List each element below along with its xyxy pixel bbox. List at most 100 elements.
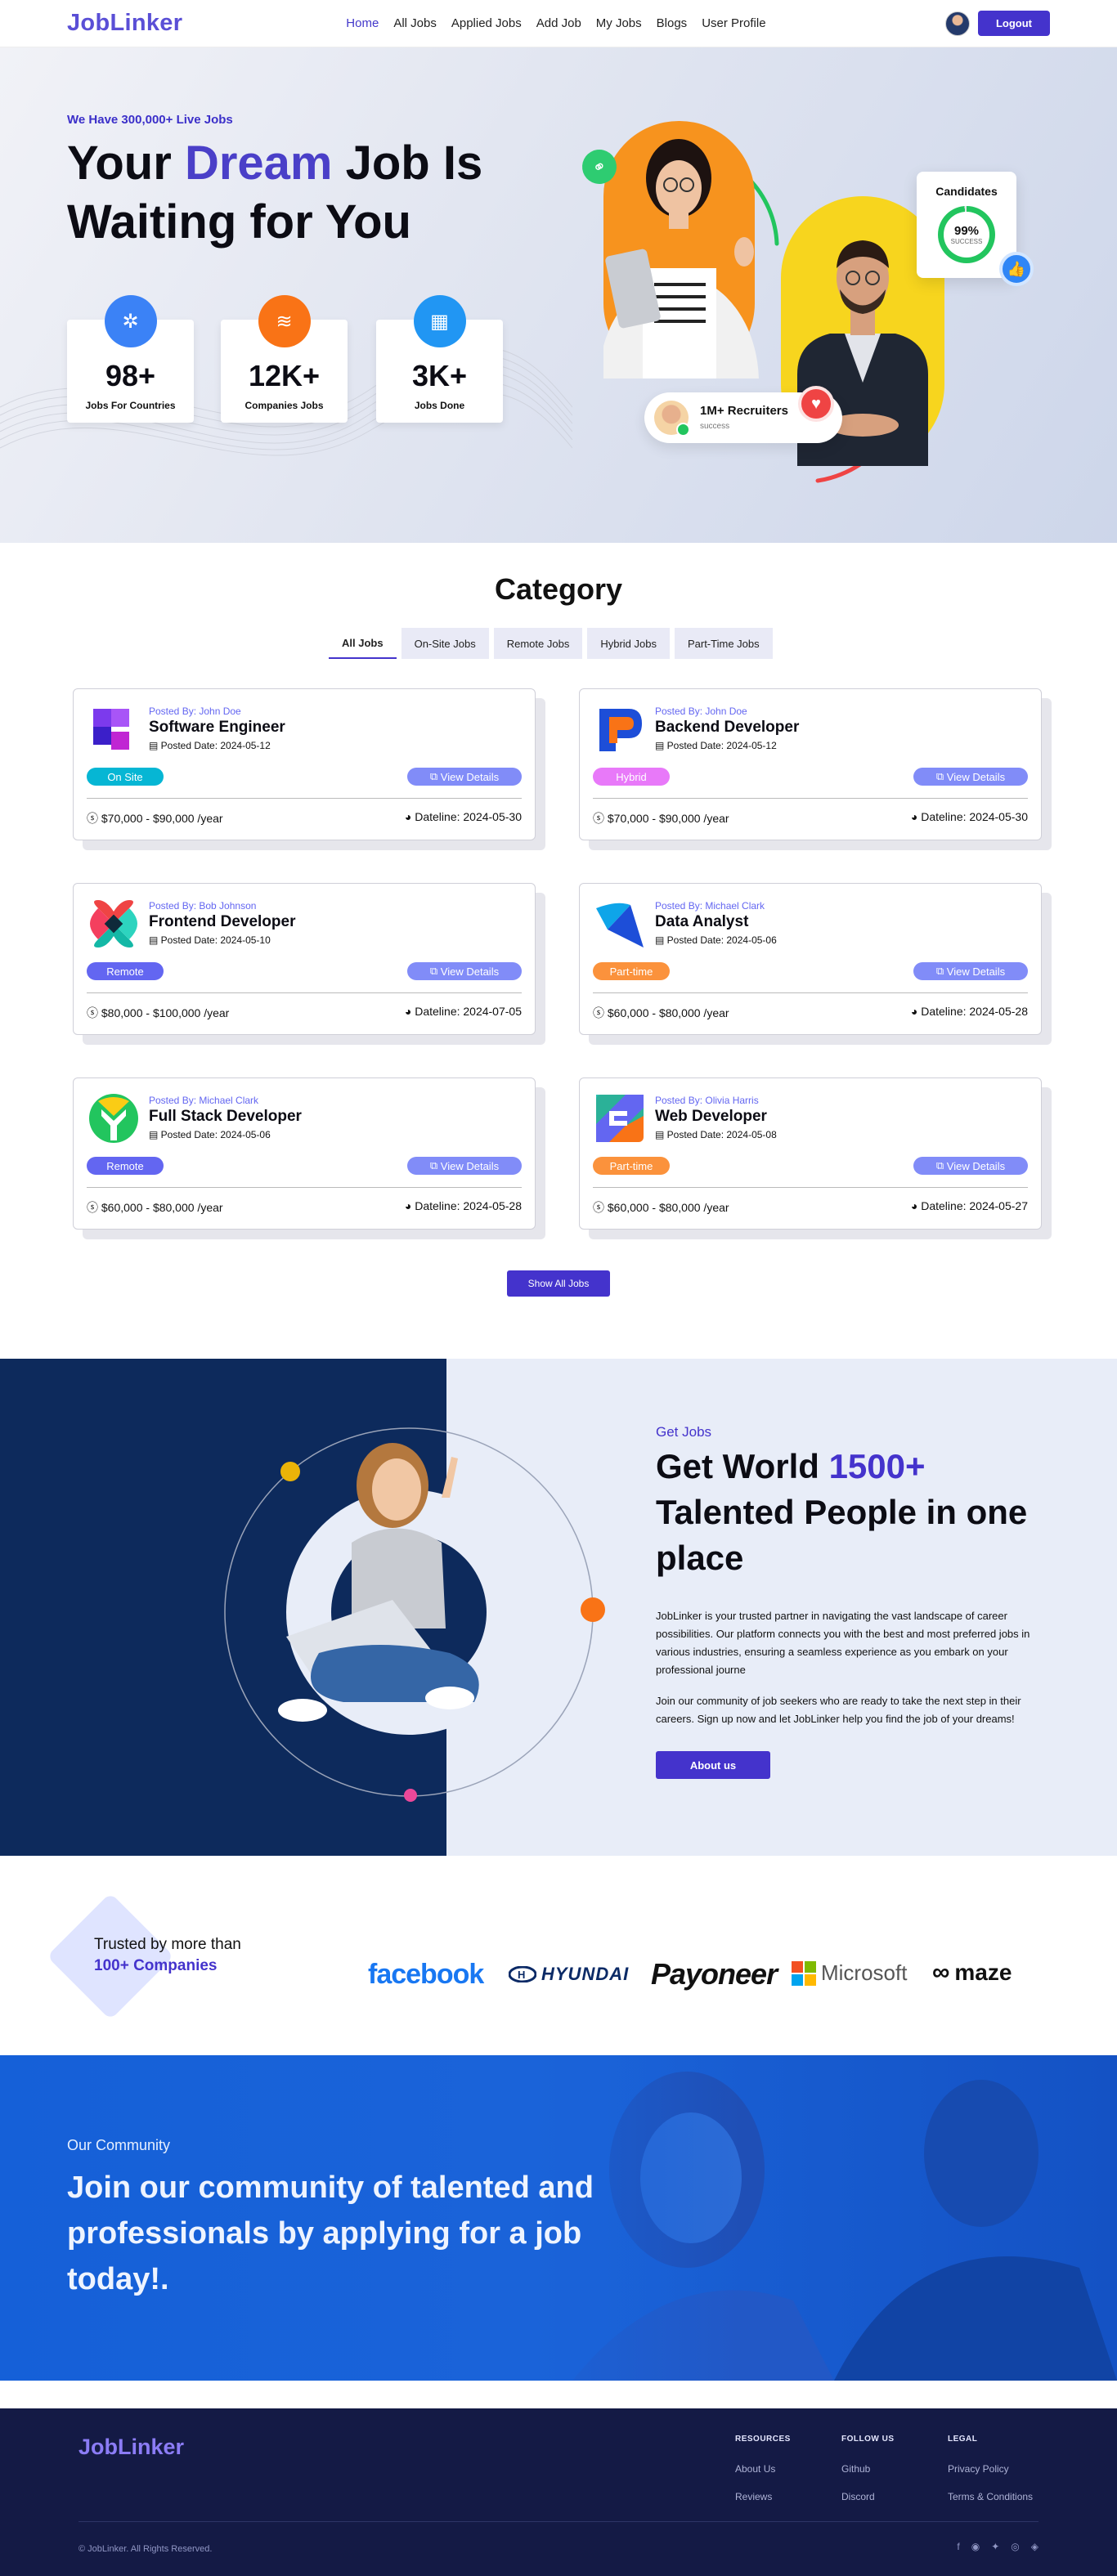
view-details-label: View Details [946, 770, 1006, 783]
company-logo-icon [90, 900, 137, 948]
view-details-button[interactable]: ⧉ View Details [913, 768, 1028, 786]
dribbble-icon[interactable]: ◈ [1031, 2541, 1038, 2552]
tab-remote-jobs[interactable]: Remote Jobs [493, 628, 583, 659]
nav-all-jobs[interactable]: All Jobs [393, 16, 437, 30]
get-jobs-paragraph-1: JobLinker is your trusted partner in nav… [656, 1610, 1030, 1676]
nav-user-profile[interactable]: User Profile [702, 16, 765, 30]
company-logo-icon [596, 903, 644, 948]
view-details-button[interactable]: ⧉ View Details [407, 768, 522, 786]
footer-col-title: LEGAL [948, 2435, 978, 2444]
get-jobs-section: Get Jobs Get World 1500+ Talented People … [0, 1359, 1117, 1856]
calendar-icon: ▤ [655, 934, 667, 946]
get-jobs-title-accent: 1500+ [828, 1447, 926, 1485]
get-jobs-tag: Get Jobs [656, 1424, 712, 1440]
job-deadline: ◕ Dateline: 2024-07-05 [405, 1005, 522, 1018]
job-type-badge: Remote [87, 962, 164, 980]
nav-applied-jobs[interactable]: Applied Jobs [451, 16, 522, 30]
github-icon[interactable]: ◎ [1011, 2541, 1019, 2552]
tab-all-jobs[interactable]: All Jobs [329, 628, 397, 659]
job-deadline: ◕ Dateline: 2024-05-27 [911, 1199, 1028, 1212]
calendar-icon: ▤ [655, 740, 667, 751]
site-logo[interactable]: JobLinker [67, 10, 182, 37]
facebook-icon[interactable]: f [957, 2541, 959, 2552]
job-posted-date: ▤ Posted Date: 2024-05-08 [655, 1129, 777, 1140]
job-deadline: ◕ Dateline: 2024-05-30 [911, 810, 1028, 823]
footer-link-reviews[interactable]: Reviews [735, 2491, 791, 2502]
logout-button[interactable]: Logout [977, 11, 1050, 36]
hyundai-icon: H [509, 1966, 536, 1982]
twitter-icon[interactable]: ✦ [991, 2541, 999, 2552]
job-card: Posted By: Olivia Harris Web Developer ▤… [579, 1077, 1042, 1230]
job-deadline-text: Dateline: 2024-05-30 [415, 810, 522, 823]
view-details-button[interactable]: ⧉ View Details [913, 962, 1028, 980]
view-details-button[interactable]: ⧉ View Details [407, 1157, 522, 1175]
job-posted-by: Posted By: Olivia Harris [655, 1095, 759, 1106]
stat-number: 98+ [105, 359, 156, 392]
recruiter-avatar [654, 401, 690, 437]
job-type-badge: Part-time [593, 962, 670, 980]
stat-card-countries: ✲ 98+ Jobs For Countries [67, 295, 194, 423]
view-details-label: View Details [440, 770, 500, 783]
building-icon: ▦ [413, 295, 466, 347]
footer-link-about-us[interactable]: About Us [735, 2463, 791, 2475]
nav-add-job[interactable]: Add Job [536, 16, 581, 30]
divider [87, 992, 522, 993]
job-salary-text: $70,000 - $90,000 /year [101, 812, 223, 825]
job-salary-text: $60,000 - $80,000 /year [607, 1006, 729, 1019]
about-us-button[interactable]: About us [656, 1751, 770, 1779]
footer-link-discord[interactable]: Discord [841, 2491, 895, 2502]
job-deadline: ◕ Dateline: 2024-05-28 [911, 1005, 1028, 1018]
brand-name: HYUNDAI [541, 1964, 630, 1984]
divider [87, 1187, 522, 1188]
job-posted-by: Posted By: Bob Johnson [149, 900, 257, 912]
svg-text:H: H [518, 1969, 525, 1981]
footer-col-follow-us: FOLLOW US Github Discord [841, 2435, 895, 2519]
job-type-badge: Hybrid [593, 768, 670, 786]
discord-icon[interactable]: ◉ [971, 2541, 980, 2552]
job-posted-date-text: Posted Date: 2024-05-08 [666, 1129, 777, 1140]
show-all-jobs-button[interactable]: Show All Jobs [507, 1270, 610, 1297]
nav-right: Logout [944, 11, 1050, 36]
view-details-button[interactable]: ⧉ View Details [913, 1157, 1028, 1175]
stat-card-companies: ≋ 12K+ Companies Jobs [221, 295, 348, 423]
user-avatar[interactable] [944, 11, 970, 36]
view-details-button[interactable]: ⧉ View Details [407, 962, 522, 980]
nav-blogs[interactable]: Blogs [657, 16, 688, 30]
trusted-line1: Trusted by more than [94, 1936, 241, 1953]
tab-part-time-jobs[interactable]: Part-Time Jobs [674, 628, 773, 659]
job-title: Data Analyst [655, 913, 749, 930]
job-posted-date: ▤ Posted Date: 2024-05-12 [149, 740, 271, 751]
site-footer: JobLinker RESOURCES About Us Reviews FOL… [0, 2408, 1117, 2576]
divider [593, 798, 1028, 799]
view-details-label: View Details [440, 965, 500, 978]
tab-on-site-jobs[interactable]: On-Site Jobs [401, 628, 489, 659]
job-type-badge: Remote [87, 1157, 164, 1175]
job-salary: ⓢ $70,000 - $90,000 /year [593, 810, 729, 827]
network-icon: ✲ [104, 295, 157, 347]
job-title: Frontend Developer [149, 913, 296, 930]
job-salary-text: $80,000 - $100,000 /year [101, 1006, 230, 1019]
nav-home[interactable]: Home [346, 16, 379, 30]
job-salary: ⓢ $70,000 - $90,000 /year [87, 810, 223, 827]
job-posted-date-text: Posted Date: 2024-05-06 [666, 934, 777, 946]
footer-logo[interactable]: JobLinker [79, 2435, 184, 2460]
brand-maze-logo: ∞ maze [932, 1959, 1012, 1987]
company-logo-icon [87, 702, 141, 756]
tab-hybrid-jobs[interactable]: Hybrid Jobs [587, 628, 670, 659]
nav-my-jobs[interactable]: My Jobs [596, 16, 642, 30]
footer-link-github[interactable]: Github [841, 2463, 895, 2475]
get-jobs-paragraph-2: Join our community of job seekers who ar… [656, 1695, 1021, 1725]
job-salary-text: $60,000 - $80,000 /year [607, 1201, 729, 1214]
calendar-icon: ▤ [149, 934, 161, 946]
job-posted-date: ▤ Posted Date: 2024-05-06 [655, 934, 777, 946]
job-deadline-text: Dateline: 2024-05-30 [921, 810, 1028, 823]
footer-link-terms[interactable]: Terms & Conditions [948, 2491, 1033, 2502]
candidates-sub: SUCCESS [950, 238, 983, 245]
job-deadline-text: Dateline: 2024-05-28 [415, 1199, 522, 1212]
job-type-badge: Part-time [593, 1157, 670, 1175]
stat-label: Jobs Done [414, 400, 465, 411]
footer-link-privacy-policy[interactable]: Privacy Policy [948, 2463, 1033, 2475]
stat-card-jobs-done: ▦ 3K+ Jobs Done [376, 295, 503, 423]
job-card: Posted By: John Doe Backend Developer ▤ … [579, 688, 1042, 840]
footer-copyright: © JobLinker. All Rights Reserved. [79, 2544, 213, 2554]
